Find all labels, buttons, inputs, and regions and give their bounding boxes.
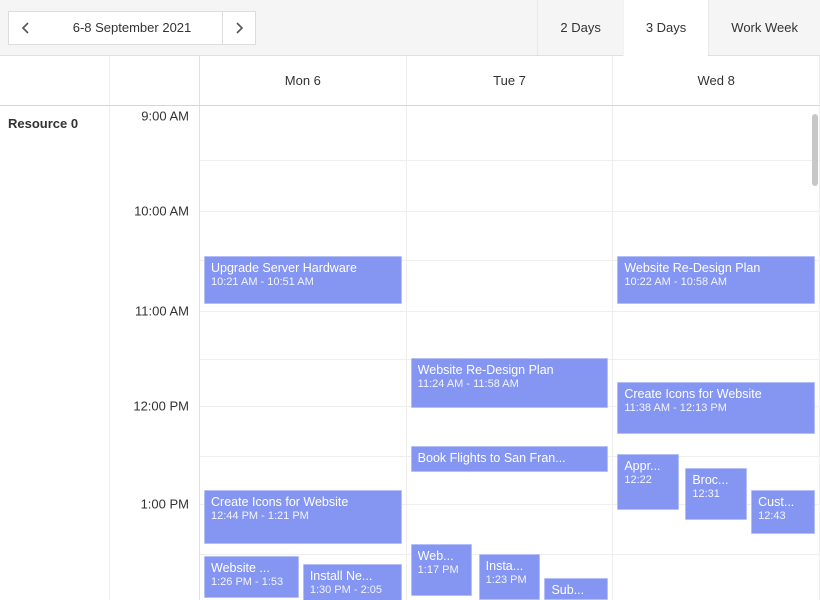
days-container: Upgrade Server Hardware 10:21 AM - 10:51…: [200, 106, 820, 600]
event-time: 11:38 AM - 12:13 PM: [624, 402, 808, 414]
time-label: 11:00 AM: [135, 304, 189, 319]
event-title: Cust...: [758, 495, 808, 509]
event[interactable]: Website ... 1:26 PM - 1:53: [204, 556, 299, 598]
event-title: Install Ne...: [310, 569, 395, 583]
event-time: 12:43: [758, 510, 808, 522]
event-title: Broc...: [692, 473, 740, 487]
day-col-mon[interactable]: Upgrade Server Hardware 10:21 AM - 10:51…: [200, 106, 407, 600]
event-time: 1:30 PM - 2:05: [310, 584, 395, 596]
day-header-mon[interactable]: Mon 6: [200, 56, 407, 105]
day-col-tue[interactable]: Website Re-Design Plan 11:24 AM - 11:58 …: [407, 106, 614, 600]
event-title: Website Re-Design Plan: [624, 261, 808, 275]
chevron-left-icon: [21, 22, 31, 34]
day-header-wed[interactable]: Wed 8: [613, 56, 820, 105]
event[interactable]: Website Re-Design Plan 10:22 AM - 10:58 …: [617, 256, 815, 304]
event-time: 10:22 AM - 10:58 AM: [624, 276, 808, 288]
event-time: 1:23 PM: [486, 574, 534, 586]
resource-label: Resource 0: [0, 106, 110, 600]
time-label: 10:00 AM: [134, 204, 189, 219]
event-time: 1:17 PM: [418, 564, 466, 576]
view-tabs: 2 Days 3 Days Work Week: [537, 0, 820, 56]
event[interactable]: Broc... 12:31: [685, 468, 747, 520]
corner-resource: [0, 56, 110, 105]
prev-button[interactable]: [8, 11, 42, 45]
event-time: 12:44 PM - 1:21 PM: [211, 510, 395, 522]
day-header-row: Mon 6 Tue 7 Wed 8: [0, 56, 820, 106]
event-title: Website ...: [211, 561, 292, 575]
event[interactable]: Book Flights to San Fran...: [411, 446, 609, 472]
scrollbar[interactable]: [812, 114, 818, 186]
tab-3-days[interactable]: 3 Days: [623, 0, 708, 56]
tab-work-week[interactable]: Work Week: [708, 0, 820, 56]
scheduler-grid: Mon 6 Tue 7 Wed 8 Resource 0 9:00 AM 10:…: [0, 56, 820, 600]
time-label: 1:00 PM: [141, 497, 189, 512]
event-title: Create Icons for Website: [211, 495, 395, 509]
event[interactable]: Insta... 1:23 PM: [479, 554, 541, 600]
event-title: Book Flights to San Fran...: [418, 451, 602, 465]
event[interactable]: Web... 1:17 PM: [411, 544, 473, 596]
event-title: Website Re-Design Plan: [418, 363, 602, 377]
event-time: 1:26 PM - 1:53: [211, 576, 292, 588]
corner-time: [110, 56, 200, 105]
event-time: 11:24 AM - 11:58 AM: [418, 378, 602, 390]
event[interactable]: Cust... 12:43: [751, 490, 815, 534]
next-button[interactable]: [222, 11, 256, 45]
date-range-label[interactable]: 6-8 September 2021: [42, 11, 222, 45]
day-col-wed[interactable]: Website Re-Design Plan 10:22 AM - 10:58 …: [613, 106, 820, 600]
event[interactable]: Website Re-Design Plan 11:24 AM - 11:58 …: [411, 358, 609, 408]
event[interactable]: Appr... 12:22: [617, 454, 679, 510]
event-title: Upgrade Server Hardware: [211, 261, 395, 275]
event-time: 10:21 AM - 10:51 AM: [211, 276, 395, 288]
event-title: Create Icons for Website: [624, 387, 808, 401]
event-title: Insta...: [486, 559, 534, 573]
event-time: 12:22: [624, 474, 672, 486]
toolbar: 6-8 September 2021 2 Days 3 Days Work We…: [0, 0, 820, 56]
date-nav: 6-8 September 2021: [8, 11, 256, 45]
chevron-right-icon: [234, 22, 244, 34]
event[interactable]: Sub...: [544, 578, 608, 600]
time-label: 9:00 AM: [141, 109, 189, 124]
scroll-body[interactable]: Resource 0 9:00 AM 10:00 AM 11:00 AM 12:…: [0, 106, 820, 600]
event[interactable]: Create Icons for Website 11:38 AM - 12:1…: [617, 382, 815, 434]
event[interactable]: Upgrade Server Hardware 10:21 AM - 10:51…: [204, 256, 402, 304]
time-label: 12:00 PM: [133, 399, 189, 414]
event-title: Appr...: [624, 459, 672, 473]
event-title: Web...: [418, 549, 466, 563]
event-title: Sub...: [551, 583, 601, 597]
day-header-tue[interactable]: Tue 7: [407, 56, 614, 105]
tab-2-days[interactable]: 2 Days: [537, 0, 622, 56]
event[interactable]: Create Icons for Website 12:44 PM - 1:21…: [204, 490, 402, 544]
event[interactable]: Install Ne... 1:30 PM - 2:05: [303, 564, 402, 600]
time-column: 9:00 AM 10:00 AM 11:00 AM 12:00 PM 1:00 …: [110, 106, 200, 600]
event-time: 12:31: [692, 488, 740, 500]
